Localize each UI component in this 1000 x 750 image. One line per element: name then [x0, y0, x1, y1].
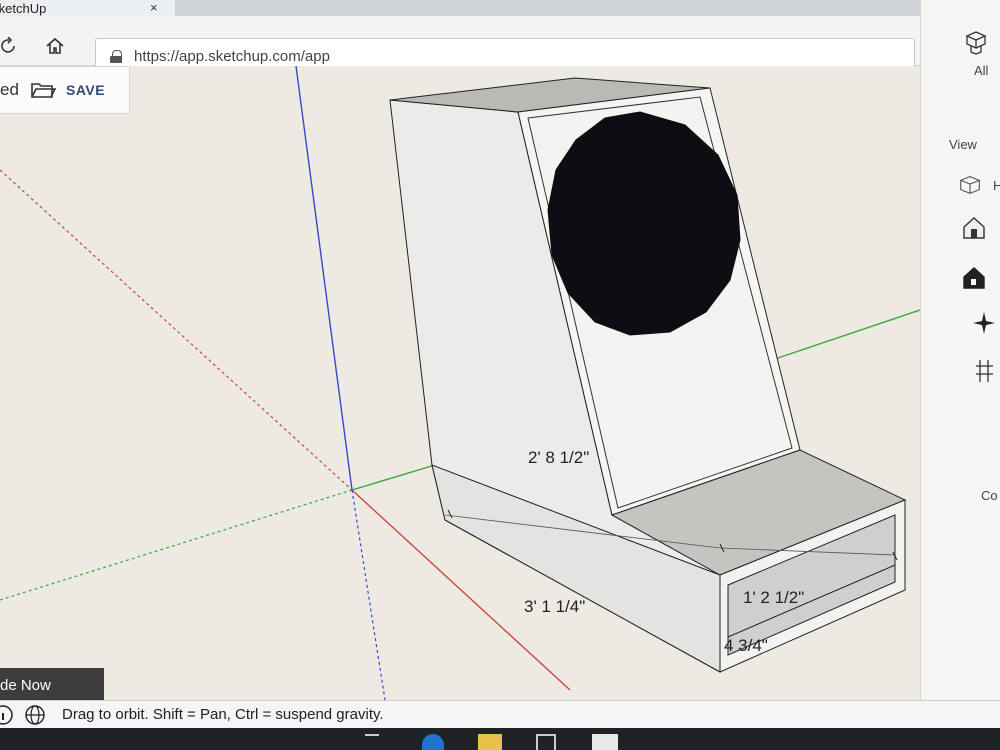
green-axis — [351, 461, 446, 491]
os-taskbar — [0, 728, 1000, 750]
status-bar: Drag to orbit. Shift = Pan, Ctrl = suspe… — [0, 700, 1000, 728]
green-axis-far — [771, 309, 920, 361]
components-icon[interactable] — [963, 30, 989, 56]
iso-view-icon[interactable] — [957, 172, 983, 198]
tab-title: SketchUp — [0, 0, 47, 16]
taskview-icon[interactable] — [365, 734, 379, 750]
mail-icon[interactable] — [592, 734, 618, 750]
partial-label-h: H — [993, 178, 1000, 193]
refresh-icon[interactable] — [0, 37, 18, 55]
status-hint: Drag to orbit. Shift = Pan, Ctrl = suspe… — [62, 706, 384, 723]
browser-tab-strip: SketchUp × — [0, 0, 1000, 16]
file-toolbar: ed SAVE — [0, 66, 130, 114]
globe-icon[interactable] — [24, 704, 46, 726]
red-axis-dotted — [0, 169, 353, 491]
browser-toolbar: https://app.sketchup.com/app — [0, 16, 920, 74]
dimension-height: 2' 8 1/2" — [528, 448, 590, 467]
document-status-text: ed — [0, 80, 19, 99]
trade-now-button[interactable]: de Now — [0, 668, 104, 702]
save-button[interactable]: SAVE — [66, 82, 105, 98]
file-explorer-icon[interactable] — [478, 734, 502, 750]
store-icon[interactable] — [536, 734, 556, 750]
edge-browser-icon[interactable] — [422, 734, 444, 750]
section-icon[interactable] — [973, 358, 999, 384]
blue-axis — [295, 66, 353, 491]
home-icon[interactable] — [45, 37, 65, 55]
dimension-depth: 3' 1 1/4" — [524, 597, 586, 616]
browser-tab[interactable]: SketchUp × — [0, 0, 175, 16]
lock-icon — [110, 49, 122, 63]
all-label[interactable]: All — [974, 63, 988, 78]
green-axis-dotted — [0, 489, 353, 601]
url-text: https://app.sketchup.com/app — [134, 47, 330, 65]
folder-icon[interactable] — [30, 79, 56, 101]
tab-close-icon[interactable]: × — [150, 0, 158, 15]
blue-axis-dotted — [351, 489, 386, 700]
home-view-icon[interactable] — [961, 215, 987, 241]
dimension-width: 1' 2 1/2" — [743, 588, 805, 607]
right-panel: All View H Co — [920, 0, 1000, 700]
partial-label-co: Co — [981, 488, 998, 503]
house-view-icon[interactable] — [961, 265, 987, 291]
view-label: View — [949, 137, 977, 152]
info-icon[interactable] — [0, 704, 14, 726]
perspective-icon[interactable] — [971, 310, 997, 336]
dimension-thickness: 4 3/4" — [724, 636, 768, 655]
trade-now-label: de Now — [0, 676, 51, 694]
